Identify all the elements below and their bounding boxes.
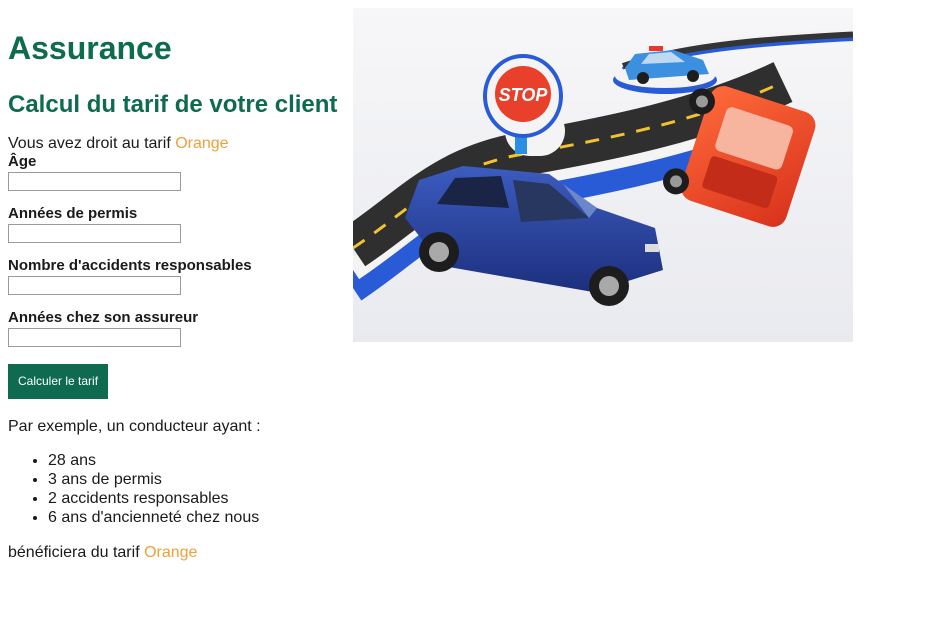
example-result-text: bénéficiera du tarif	[8, 544, 145, 561]
accidents-label: Nombre d'accidents responsables	[8, 257, 252, 274]
main-content: Assurance Calcul du tarif de votre clien…	[8, 0, 348, 563]
list-item: 3 ans de permis	[48, 470, 348, 489]
list-item: 2 accidents responsables	[48, 489, 348, 508]
field-annees-permis: Années de permis	[8, 206, 348, 243]
page-title: Assurance	[8, 30, 172, 66]
example-tarif-value: Orange	[144, 544, 198, 561]
list-item: 28 ans	[48, 451, 348, 470]
accidents-input[interactable]	[8, 276, 181, 295]
tarif-value: Orange	[175, 135, 229, 152]
tarif-form: Âge Années de permis Nombre d'accidents …	[8, 154, 348, 399]
anciennete-input[interactable]	[8, 328, 181, 347]
tarif-intro: Vous avez droit au tarif Orange	[8, 134, 348, 154]
example-result: bénéficiera du tarif Orange	[8, 543, 348, 563]
example-list: 28 ans 3 ans de permis 2 accidents respo…	[8, 451, 348, 527]
field-anciennete: Années chez son assureur	[8, 310, 348, 347]
field-accidents: Nombre d'accidents responsables	[8, 258, 348, 295]
tarif-intro-text: Vous avez droit au tarif	[8, 135, 176, 152]
age-label: Âge	[8, 153, 37, 170]
stop-sign-text: STOP	[499, 85, 549, 105]
calculate-button[interactable]: Calculer le tarif	[8, 364, 109, 399]
list-item: 6 ans d'ancienneté chez nous	[48, 508, 348, 527]
anciennete-label: Années chez son assureur	[8, 309, 199, 326]
example-intro: Par exemple, un conducteur ayant :	[8, 418, 261, 435]
field-age: Âge	[8, 154, 348, 191]
annees-permis-input[interactable]	[8, 224, 181, 243]
toy-cars-accident-image: STOP	[353, 8, 853, 342]
age-input[interactable]	[8, 172, 181, 191]
page-subtitle: Calcul du tarif de votre client	[8, 91, 338, 118]
toy-cars-illustration: STOP	[353, 8, 853, 342]
annees-permis-label: Années de permis	[8, 205, 138, 222]
